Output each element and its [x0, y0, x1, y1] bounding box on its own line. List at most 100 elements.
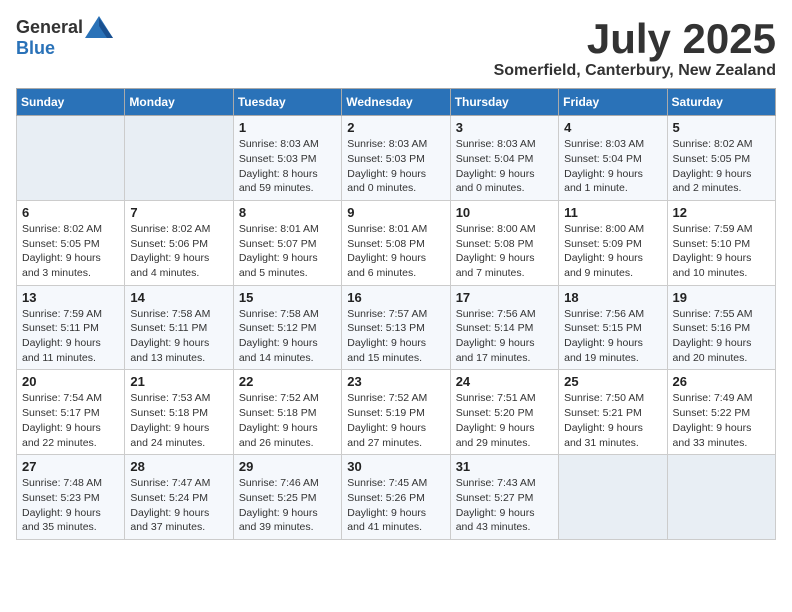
- calendar-cell: 12 Sunrise: 7:59 AMSunset: 5:10 PMDayligh…: [667, 200, 775, 285]
- day-number: 17: [456, 290, 553, 305]
- day-detail: Sunrise: 7:48 AMSunset: 5:23 PMDaylight:…: [22, 476, 119, 535]
- calendar-cell: 5 Sunrise: 8:02 AMSunset: 5:05 PMDaylight…: [667, 116, 775, 201]
- calendar-cell: 22 Sunrise: 7:52 AMSunset: 5:18 PMDayligh…: [233, 370, 341, 455]
- calendar-cell: 16Sunrise: 7:57 AMSunset: 5:13 PMDayligh…: [342, 285, 450, 370]
- calendar-cell: 15Sunrise: 7:58 AMSunset: 5:12 PMDayligh…: [233, 285, 341, 370]
- day-number: 9: [347, 205, 444, 220]
- calendar-cell: 30 Sunrise: 7:45 AMSunset: 5:26 PMDayligh…: [342, 455, 450, 540]
- day-detail: Sunrise: 8:03 AMSunset: 5:03 PMDaylight:…: [239, 137, 336, 196]
- logo-general-text: General: [16, 17, 83, 38]
- day-number: 27: [22, 459, 119, 474]
- day-detail: Sunrise: 7:59 AMSunset: 5:11 PMDaylight:…: [22, 307, 119, 366]
- day-detail: Sunrise: 7:49 AMSunset: 5:22 PMDaylight:…: [673, 391, 770, 450]
- calendar-cell: 19 Sunrise: 7:55 AMSunset: 5:16 PMDayligh…: [667, 285, 775, 370]
- calendar-cell: 23Sunrise: 7:52 AMSunset: 5:19 PMDayligh…: [342, 370, 450, 455]
- day-detail: Sunrise: 7:51 AMSunset: 5:20 PMDaylight:…: [456, 391, 553, 450]
- calendar-cell: 6Sunrise: 8:02 AMSunset: 5:05 PMDaylight…: [17, 200, 125, 285]
- day-detail: Sunrise: 8:01 AMSunset: 5:07 PMDaylight:…: [239, 222, 336, 281]
- calendar-cell: 26 Sunrise: 7:49 AMSunset: 5:22 PMDayligh…: [667, 370, 775, 455]
- day-detail: Sunrise: 8:03 AMSunset: 5:04 PMDaylight:…: [564, 137, 661, 196]
- day-number: 25: [564, 374, 661, 389]
- day-number: 2: [347, 120, 444, 135]
- day-number: 26: [673, 374, 770, 389]
- day-number: 21: [130, 374, 227, 389]
- calendar-cell: 4 Sunrise: 8:03 AMSunset: 5:04 PMDaylight…: [559, 116, 667, 201]
- day-detail: Sunrise: 8:01 AMSunset: 5:08 PMDaylight:…: [347, 222, 444, 281]
- day-number: 5: [673, 120, 770, 135]
- calendar-cell: [125, 116, 233, 201]
- calendar-cell: [667, 455, 775, 540]
- day-number: 18: [564, 290, 661, 305]
- calendar-cell: 29 Sunrise: 7:46 AMSunset: 5:25 PMDayligh…: [233, 455, 341, 540]
- day-number: 7: [130, 205, 227, 220]
- calendar-cell: 3 Sunrise: 8:03 AMSunset: 5:04 PMDaylight…: [450, 116, 558, 201]
- day-number: 4: [564, 120, 661, 135]
- day-detail: Sunrise: 7:50 AMSunset: 5:21 PMDaylight:…: [564, 391, 661, 450]
- day-detail: Sunrise: 8:03 AMSunset: 5:03 PMDaylight:…: [347, 137, 444, 196]
- day-number: 15: [239, 290, 336, 305]
- day-number: 3: [456, 120, 553, 135]
- day-detail: Sunrise: 7:56 AMSunset: 5:15 PMDaylight:…: [564, 307, 661, 366]
- day-detail: Sunrise: 7:47 AMSunset: 5:24 PMDaylight:…: [130, 476, 227, 535]
- day-number: 14: [130, 290, 227, 305]
- calendar-week-row: 6Sunrise: 8:02 AMSunset: 5:05 PMDaylight…: [17, 200, 776, 285]
- calendar-cell: 20 Sunrise: 7:54 AMSunset: 5:17 PMDayligh…: [17, 370, 125, 455]
- calendar-cell: 17 Sunrise: 7:56 AMSunset: 5:14 PMDayligh…: [450, 285, 558, 370]
- day-detail: Sunrise: 8:00 AMSunset: 5:09 PMDaylight:…: [564, 222, 661, 281]
- calendar-cell: 2 Sunrise: 8:03 AMSunset: 5:03 PMDaylight…: [342, 116, 450, 201]
- day-number: 6: [22, 205, 119, 220]
- calendar-cell: 8Sunrise: 8:01 AMSunset: 5:07 PMDaylight…: [233, 200, 341, 285]
- day-number: 29: [239, 459, 336, 474]
- calendar-cell: 7 Sunrise: 8:02 AMSunset: 5:06 PMDaylight…: [125, 200, 233, 285]
- calendar-cell: 31Sunrise: 7:43 AMSunset: 5:27 PMDayligh…: [450, 455, 558, 540]
- day-number: 20: [22, 374, 119, 389]
- logo-blue-text: Blue: [16, 38, 55, 58]
- day-detail: Sunrise: 7:52 AMSunset: 5:18 PMDaylight:…: [239, 391, 336, 450]
- day-detail: Sunrise: 7:56 AMSunset: 5:14 PMDaylight:…: [456, 307, 553, 366]
- calendar-cell: 24 Sunrise: 7:51 AMSunset: 5:20 PMDayligh…: [450, 370, 558, 455]
- day-number: 31: [456, 459, 553, 474]
- day-detail: Sunrise: 7:54 AMSunset: 5:17 PMDaylight:…: [22, 391, 119, 450]
- calendar-cell: 18 Sunrise: 7:56 AMSunset: 5:15 PMDayligh…: [559, 285, 667, 370]
- day-detail: Sunrise: 7:53 AMSunset: 5:18 PMDaylight:…: [130, 391, 227, 450]
- day-detail: Sunrise: 8:03 AMSunset: 5:04 PMDaylight:…: [456, 137, 553, 196]
- calendar-cell: 10Sunrise: 8:00 AMSunset: 5:08 PMDayligh…: [450, 200, 558, 285]
- day-detail: Sunrise: 7:59 AMSunset: 5:10 PMDaylight:…: [673, 222, 770, 281]
- day-detail: Sunrise: 7:52 AMSunset: 5:19 PMDaylight:…: [347, 391, 444, 450]
- day-header-wednesday: Wednesday: [342, 89, 450, 116]
- day-detail: Sunrise: 8:02 AMSunset: 5:06 PMDaylight:…: [130, 222, 227, 281]
- calendar-cell: 27 Sunrise: 7:48 AMSunset: 5:23 PMDayligh…: [17, 455, 125, 540]
- calendar-cell: 21 Sunrise: 7:53 AMSunset: 5:18 PMDayligh…: [125, 370, 233, 455]
- day-number: 16: [347, 290, 444, 305]
- calendar-week-row: 27 Sunrise: 7:48 AMSunset: 5:23 PMDayligh…: [17, 455, 776, 540]
- day-detail: Sunrise: 7:55 AMSunset: 5:16 PMDaylight:…: [673, 307, 770, 366]
- calendar-week-row: 20 Sunrise: 7:54 AMSunset: 5:17 PMDayligh…: [17, 370, 776, 455]
- day-header-tuesday: Tuesday: [233, 89, 341, 116]
- calendar-cell: 9 Sunrise: 8:01 AMSunset: 5:08 PMDaylight…: [342, 200, 450, 285]
- day-detail: Sunrise: 8:02 AMSunset: 5:05 PMDaylight:…: [673, 137, 770, 196]
- calendar-week-row: 13Sunrise: 7:59 AMSunset: 5:11 PMDayligh…: [17, 285, 776, 370]
- calendar-week-row: 1Sunrise: 8:03 AMSunset: 5:03 PMDaylight…: [17, 116, 776, 201]
- day-number: 19: [673, 290, 770, 305]
- calendar-cell: 28 Sunrise: 7:47 AMSunset: 5:24 PMDayligh…: [125, 455, 233, 540]
- day-number: 30: [347, 459, 444, 474]
- calendar-cell: 13Sunrise: 7:59 AMSunset: 5:11 PMDayligh…: [17, 285, 125, 370]
- day-detail: Sunrise: 7:45 AMSunset: 5:26 PMDaylight:…: [347, 476, 444, 535]
- title-section: July 2025 Somerfield, Canterbury, New Ze…: [494, 16, 776, 80]
- day-number: 28: [130, 459, 227, 474]
- day-number: 12: [673, 205, 770, 220]
- day-detail: Sunrise: 7:46 AMSunset: 5:25 PMDaylight:…: [239, 476, 336, 535]
- day-header-thursday: Thursday: [450, 89, 558, 116]
- calendar-cell: 14Sunrise: 7:58 AMSunset: 5:11 PMDayligh…: [125, 285, 233, 370]
- day-number: 11: [564, 205, 661, 220]
- month-year-title: July 2025: [494, 16, 776, 62]
- calendar-header-row: SundayMondayTuesdayWednesdayThursdayFrid…: [17, 89, 776, 116]
- day-number: 22: [239, 374, 336, 389]
- calendar-cell: [17, 116, 125, 201]
- page-header: General Blue July 2025 Somerfield, Cante…: [16, 16, 776, 80]
- day-number: 24: [456, 374, 553, 389]
- calendar-table: SundayMondayTuesdayWednesdayThursdayFrid…: [16, 88, 776, 540]
- logo-icon: [85, 16, 113, 38]
- day-header-saturday: Saturday: [667, 89, 775, 116]
- logo: General Blue: [16, 16, 113, 59]
